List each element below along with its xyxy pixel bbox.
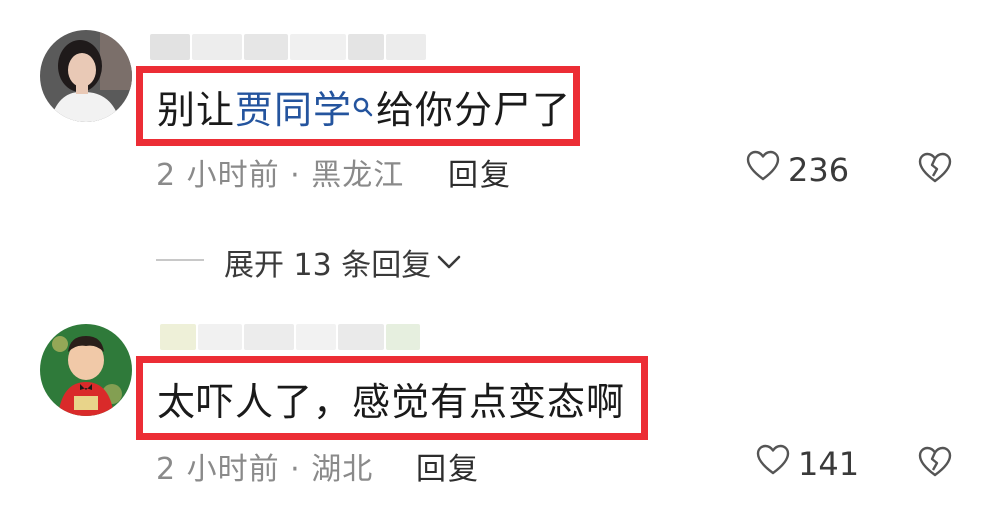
reply-button[interactable]: 回复 (416, 444, 480, 488)
dislike-button[interactable] (918, 446, 952, 477)
like-count: 141 (798, 445, 860, 483)
comment-text-prefix: 别让 (157, 87, 236, 132)
comment-time-location: 2 小时前 · 湖北 (156, 452, 374, 487)
expand-replies-label: 展开 13 条回复 (224, 248, 432, 283)
dislike-button[interactable] (918, 152, 952, 183)
comment-thread: 别让 贾同学 给你分尸了 2 小时前 · 黑龙江 回复 236 展开 13 条回… (0, 0, 1000, 516)
broken-heart-icon (918, 446, 952, 482)
heart-outline-icon (756, 444, 790, 484)
search-icon (352, 91, 374, 121)
heart-outline-icon (746, 150, 780, 190)
chevron-down-icon (435, 245, 463, 280)
like-count: 236 (788, 151, 850, 189)
avatar[interactable] (40, 30, 132, 122)
comment-text-suffix: 给你分尸了 (376, 87, 572, 132)
comment-text-highlighted: 别让 贾同学 给你分尸了 (136, 66, 580, 146)
like-button[interactable]: 236 (746, 150, 849, 190)
comment-text: 太吓人了，感觉有点变态啊 (157, 379, 626, 424)
like-button[interactable]: 141 (756, 444, 859, 484)
avatar[interactable] (40, 324, 132, 416)
username-blurred (160, 322, 420, 352)
username-blurred (150, 32, 426, 62)
comment-time-location: 2 小时前 · 黑龙江 (156, 158, 405, 193)
mention-link[interactable]: 贾同学 (235, 79, 352, 134)
comment-text-highlighted: 太吓人了，感觉有点变态啊 (136, 356, 648, 440)
reply-button[interactable]: 回复 (448, 150, 512, 194)
expand-replies-button[interactable]: 展开 13 条回复 (224, 240, 463, 284)
broken-heart-icon (918, 152, 952, 188)
divider-line (156, 259, 204, 261)
